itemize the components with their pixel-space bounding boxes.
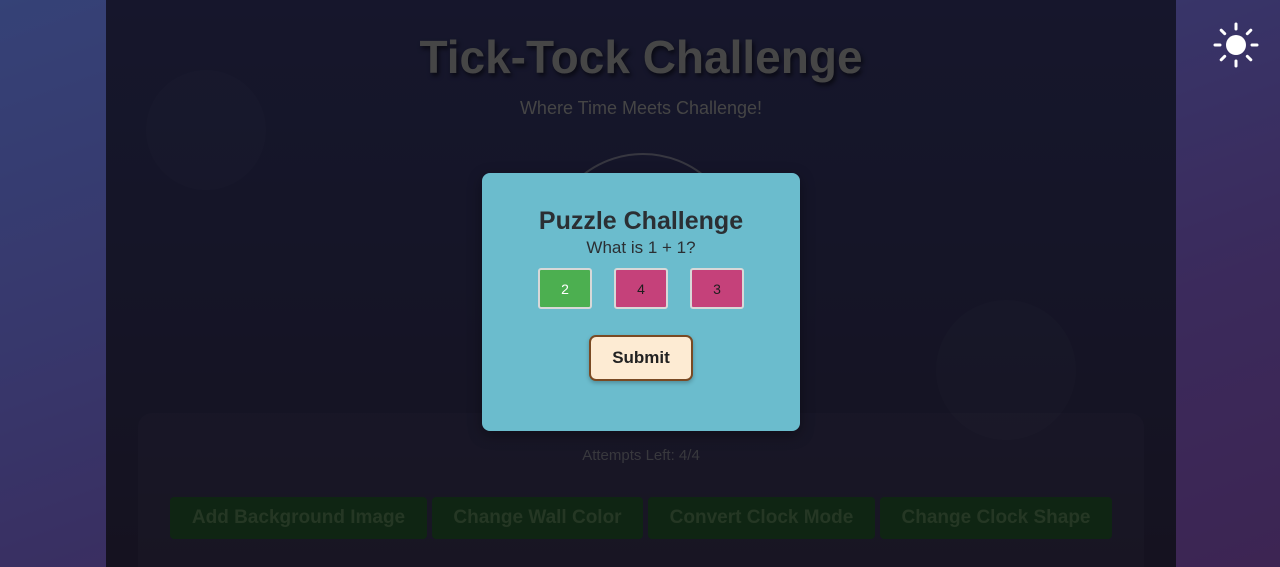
modal-title: Puzzle Challenge [538, 207, 744, 235]
answer-option-2[interactable]: 2 [538, 268, 592, 309]
sun-icon [1213, 22, 1259, 68]
answer-option-3[interactable]: 3 [690, 268, 744, 309]
puzzle-question: What is 1 + 1? [586, 238, 696, 257]
puzzle-modal: Puzzle Challenge What is 1 + 1? 2 4 3 Su… [482, 173, 800, 431]
submit-button[interactable]: Submit [589, 335, 693, 381]
answer-option-4[interactable]: 4 [614, 268, 668, 309]
theme-toggle-button[interactable] [1212, 21, 1260, 69]
